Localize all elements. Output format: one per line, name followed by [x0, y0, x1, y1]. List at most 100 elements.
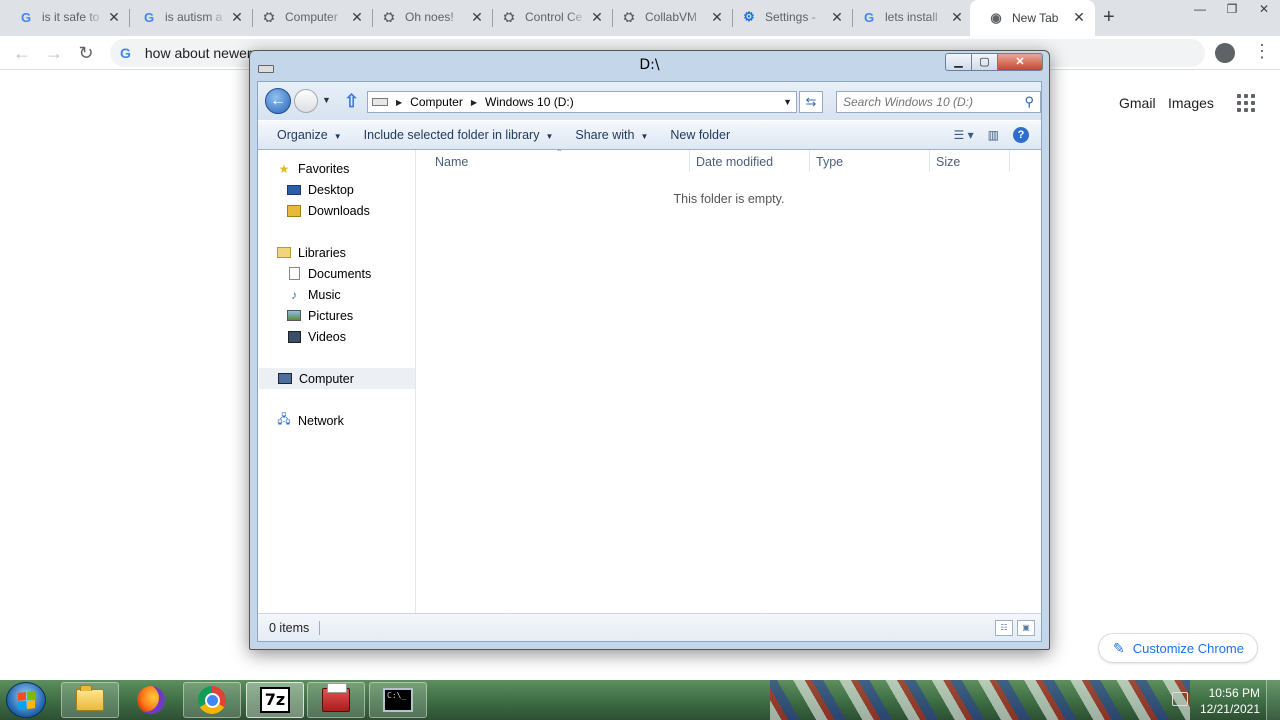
forward-arrow-icon[interactable]	[294, 89, 318, 113]
search-icon[interactable]: ⚲	[1024, 94, 1034, 110]
taskbar-chrome[interactable]	[183, 682, 241, 718]
chrome-menu-icon[interactable]: ⋮	[1253, 41, 1271, 62]
reload-icon[interactable]: ↻	[75, 42, 97, 64]
tab-control-center[interactable]: ⛭ Control Ce ✕	[483, 0, 613, 34]
column-size[interactable]: Size	[936, 155, 960, 169]
nav-label: Libraries	[298, 245, 346, 260]
nav-music[interactable]: ♪ Music	[286, 284, 341, 305]
close-window-button[interactable]: ✕	[1248, 0, 1280, 20]
taskbar-firefox[interactable]	[122, 682, 180, 718]
up-arrow-icon[interactable]: ⇧	[344, 91, 359, 112]
computer-icon	[277, 372, 293, 386]
close-icon[interactable]: ✕	[1071, 9, 1087, 25]
large-icons-view-icon[interactable]: ▣	[1017, 620, 1035, 636]
file-list-pane: ⌃ Name Date modified Type Size This fold…	[417, 148, 1041, 613]
breadcrumb-arrow-icon[interactable]: ▶	[396, 98, 402, 107]
column-separator	[689, 150, 690, 172]
new-folder-button[interactable]: New folder	[659, 128, 741, 142]
nav-documents[interactable]: Documents	[286, 263, 371, 284]
videos-icon	[286, 330, 302, 344]
clock[interactable]: 10:56 PM 12/21/2021	[1200, 685, 1260, 717]
documents-icon	[286, 267, 302, 281]
share-with-menu[interactable]: Share with ▼	[564, 128, 659, 142]
gear-icon: ⚙	[743, 9, 755, 24]
nav-computer[interactable]: Computer	[259, 368, 415, 389]
window-title: D:\	[639, 57, 660, 73]
nav-favorites[interactable]: ★ Favorites	[276, 158, 350, 179]
nav-label: Music	[308, 287, 341, 302]
address-bar[interactable]: ▶ Computer ▶ Windows 10 (D:) ▼	[367, 91, 797, 113]
change-view-icon[interactable]: ☰ ▾	[954, 128, 974, 142]
address-dropdown-icon[interactable]: ▼	[783, 97, 792, 107]
tab-lets-install[interactable]: G lets install ✕	[843, 0, 973, 34]
new-tab-button[interactable]: +	[1103, 6, 1115, 29]
sort-indicator-icon: ⌃	[556, 148, 563, 157]
breadcrumb-arrow-icon[interactable]: ▶	[471, 98, 477, 107]
nav-label: Downloads	[308, 203, 370, 218]
preview-pane-icon[interactable]: ▥	[988, 128, 999, 142]
nav-network[interactable]: 🖧 Network	[276, 410, 344, 431]
tab-settings[interactable]: ⚙ Settings - ✕	[723, 0, 853, 34]
nav-label: Desktop	[308, 182, 354, 197]
nav-pictures[interactable]: Pictures	[286, 305, 353, 326]
nav-downloads[interactable]: Downloads	[286, 200, 370, 221]
close-window-button[interactable]: ✕	[997, 53, 1043, 71]
folder-icon	[76, 685, 104, 711]
maximize-button[interactable]: ▢	[971, 53, 997, 71]
show-desktop-button[interactable]	[1266, 680, 1280, 720]
network-tray-icon[interactable]	[1172, 692, 1188, 706]
history-dropdown-icon[interactable]: ▼	[322, 95, 331, 105]
address-row: ← ▼ ⇧ ▶ Computer ▶ Windows 10 (D:) ▼ ⇆ ⚲	[258, 82, 1041, 120]
taskbar-7zip[interactable]: 7z	[246, 682, 304, 718]
include-in-library-menu[interactable]: Include selected folder in library ▼	[353, 128, 565, 142]
tab-new-tab[interactable]: ◉ New Tab ✕	[970, 0, 1095, 36]
windows-logo-icon	[17, 690, 35, 710]
taskbar-command-prompt[interactable]: C:\_	[369, 682, 427, 718]
collabvm-icon: ⛭	[503, 9, 515, 24]
start-button[interactable]	[6, 682, 46, 718]
close-icon[interactable]: ✕	[106, 9, 122, 25]
search-box[interactable]: ⚲	[836, 91, 1041, 113]
music-icon: ♪	[291, 287, 297, 302]
tab-collabvm[interactable]: ⛭ CollabVM ✕	[603, 0, 733, 34]
tab-oh-noes[interactable]: ⛭ Oh noes! ✕	[363, 0, 493, 34]
back-arrow-icon[interactable]: ←	[11, 42, 33, 64]
nav-libraries[interactable]: Libraries	[276, 242, 346, 263]
tab-is-autism[interactable]: G is autism a ✕	[123, 0, 253, 34]
tab-is-it-safe[interactable]: G is it safe to ✕	[0, 0, 130, 34]
help-icon[interactable]: ?	[1013, 127, 1029, 143]
search-input[interactable]	[837, 92, 1007, 112]
minimize-button[interactable]: —	[1184, 0, 1216, 20]
tab-computer[interactable]: ⛭ Computer ✕	[243, 0, 373, 34]
maximize-button[interactable]: ❐	[1216, 0, 1248, 20]
details-view-icon[interactable]: ☷	[995, 620, 1013, 636]
column-name[interactable]: Name	[435, 155, 468, 169]
nav-videos[interactable]: Videos	[286, 326, 346, 347]
refresh-icon[interactable]: ⇆	[799, 91, 823, 113]
clock-date: 12/21/2021	[1199, 702, 1260, 716]
organize-menu[interactable]: Organize ▼	[266, 128, 353, 142]
taskbar-windows-explorer[interactable]	[61, 682, 119, 718]
google-g-icon: G	[120, 45, 131, 61]
breadcrumb-drive[interactable]: Windows 10 (D:)	[485, 95, 574, 109]
forward-arrow-icon[interactable]: →	[43, 42, 65, 64]
minimize-button[interactable]: ▁	[945, 53, 971, 71]
desktop-icon	[286, 183, 302, 197]
column-separator	[929, 150, 930, 172]
images-link[interactable]: Images	[1168, 95, 1214, 111]
nav-label: Pictures	[308, 308, 354, 323]
breadcrumb-computer[interactable]: Computer	[410, 95, 463, 109]
chrome-icon	[198, 686, 226, 714]
column-type[interactable]: Type	[816, 155, 843, 169]
omnibox-text[interactable]: how about newer	[145, 45, 252, 61]
google-apps-icon[interactable]	[1237, 94, 1255, 112]
profile-avatar-icon[interactable]	[1215, 43, 1235, 63]
nav-desktop[interactable]: Desktop	[286, 179, 354, 200]
gmail-link[interactable]: Gmail	[1119, 95, 1156, 111]
close-icon[interactable]: ✕	[949, 9, 965, 25]
customize-chrome-button[interactable]: ✎ Customize Chrome	[1098, 633, 1258, 663]
back-arrow-icon[interactable]: ←	[265, 88, 291, 114]
taskbar-toolbox[interactable]	[307, 682, 365, 718]
column-date-modified[interactable]: Date modified	[696, 155, 773, 169]
nav-label: Favorites	[298, 161, 350, 176]
